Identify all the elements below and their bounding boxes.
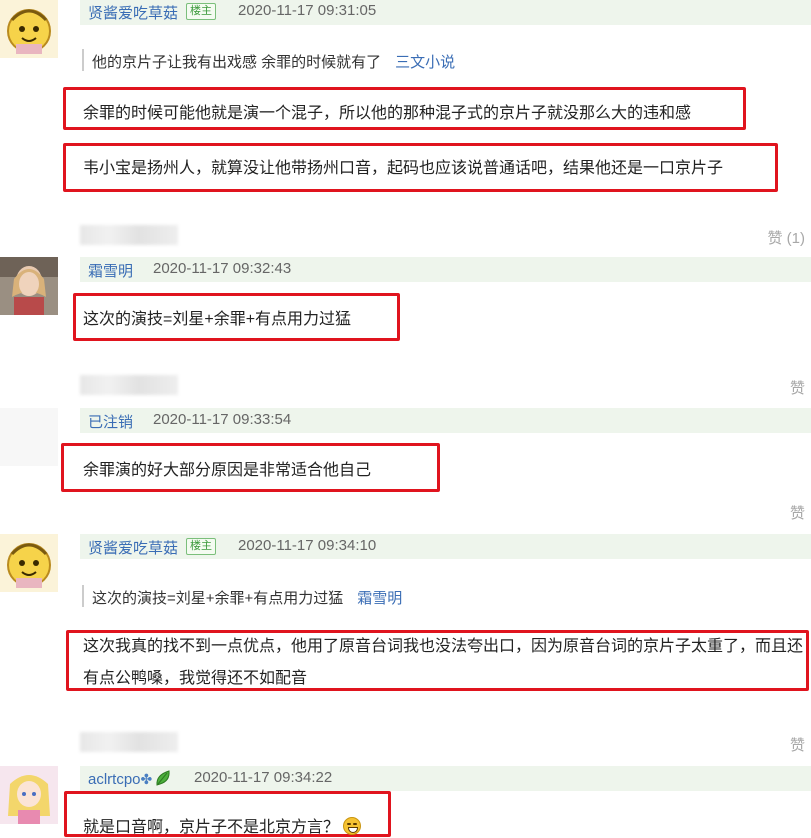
- blurred-reply-link: [80, 732, 178, 752]
- comment-text: 就是口音啊，京片子不是北京方言？: [83, 819, 340, 836]
- quote-bar: [82, 585, 84, 607]
- comment-text: 这次我真的找不到一点优点，他用了原音台词我也没法夸出口，因为原音台词的京片子太重…: [83, 638, 804, 687]
- username[interactable]: 贤酱爱吃草菇: [88, 537, 178, 558]
- timestamp: 2020-11-17 09:32:43: [153, 260, 292, 277]
- user-avatar[interactable]: [0, 534, 58, 592]
- op-badge: 楼主: [186, 538, 216, 555]
- like-button[interactable]: 赞: [790, 502, 805, 523]
- comment-header: [80, 766, 811, 791]
- timestamp: 2020-11-17 09:33:54: [153, 411, 292, 428]
- username[interactable]: 霜雪明: [88, 260, 133, 281]
- comment-text: 韦小宝是扬州人，就算没让他带扬州口音，起码也应该说普通话吧，结果他还是一口京片子: [83, 160, 724, 177]
- username[interactable]: aclrtcpo✤: [88, 769, 172, 788]
- blurred-reply-link: [80, 225, 178, 245]
- username[interactable]: 贤酱爱吃草菇: [88, 2, 178, 23]
- like-button[interactable]: 赞: [790, 377, 805, 398]
- green-leaf-icon: [156, 770, 170, 786]
- comment-text: 这次的演技=刘星+余罪+有点用力过猛: [83, 311, 352, 328]
- blurred-reply-link: [80, 375, 178, 395]
- user-avatar[interactable]: [0, 257, 58, 315]
- user-avatar[interactable]: [0, 408, 58, 466]
- user-avatar[interactable]: [0, 766, 58, 824]
- username[interactable]: 已注销: [88, 411, 133, 432]
- like-button[interactable]: 赞 (1): [767, 227, 805, 248]
- username-text: aclrtcpo: [88, 771, 141, 788]
- quote-bar: [82, 49, 84, 71]
- quote-text: 这次的演技=刘星+余罪+有点用力过猛: [92, 590, 344, 607]
- quoted-reply: 这次的演技=刘星+余罪+有点用力过猛 霜雪明: [92, 587, 402, 608]
- quote-text: 他的京片子让我有出戏感 余罪的时候就有了: [92, 54, 382, 71]
- like-button[interactable]: 赞: [790, 734, 805, 755]
- user-avatar[interactable]: [0, 0, 58, 58]
- grinning-emoji-icon: [343, 817, 362, 835]
- timestamp: 2020-11-17 09:34:22: [194, 769, 333, 786]
- timestamp: 2020-11-17 09:31:05: [238, 2, 377, 19]
- quote-author-link[interactable]: 霜雪明: [357, 590, 402, 607]
- comment-text: 余罪演的好大部分原因是非常适合他自己: [83, 462, 372, 479]
- quoted-reply: 他的京片子让我有出戏感 余罪的时候就有了 三文小说: [92, 51, 455, 72]
- op-badge: 楼主: [186, 3, 216, 20]
- comment-text: 余罪的时候可能他就是演一个混子，所以他的那种混子式的京片子就没那么大的违和感: [83, 105, 692, 122]
- comment-text-line: 就是口音啊，京片子不是北京方言？: [83, 813, 362, 837]
- flower-icon: ✤: [140, 771, 153, 787]
- quote-author-link[interactable]: 三文小说: [395, 54, 455, 71]
- timestamp: 2020-11-17 09:34:10: [238, 537, 377, 554]
